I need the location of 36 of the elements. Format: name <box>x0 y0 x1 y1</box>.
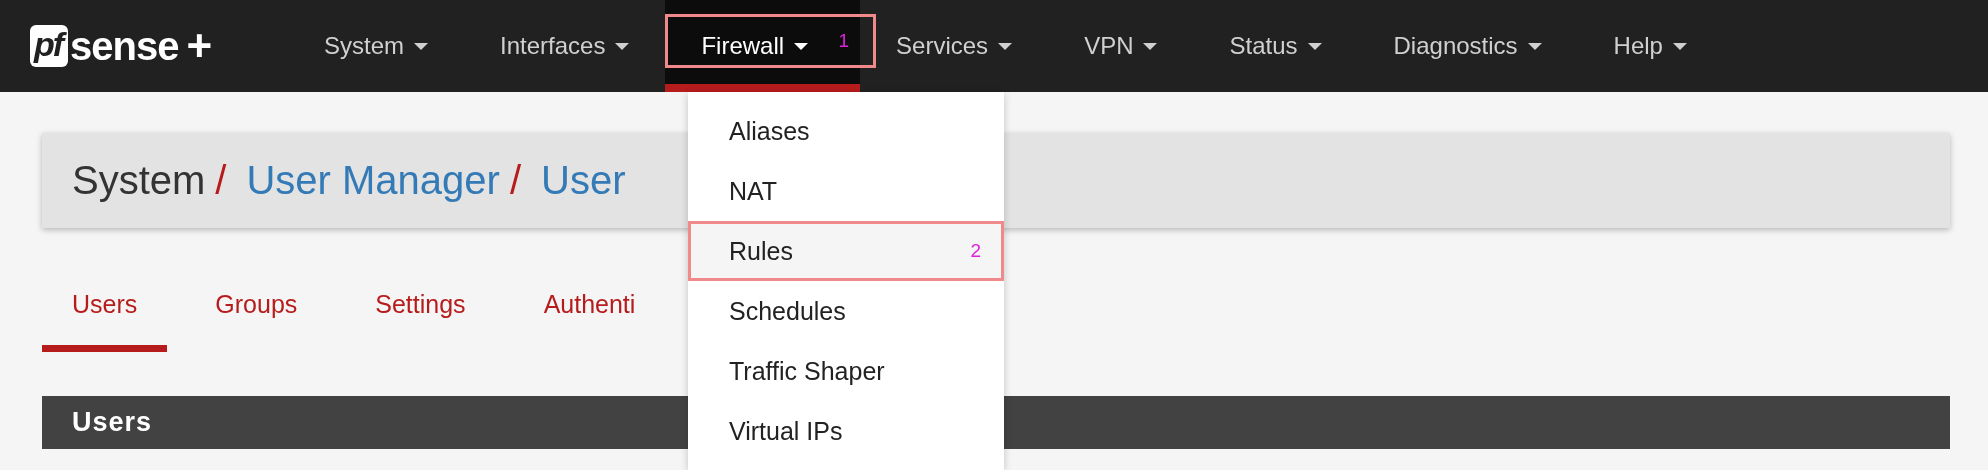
annotation-number: 1 <box>838 30 850 52</box>
nav-menu-item[interactable]: Help <box>1577 0 1723 92</box>
caret-icon <box>414 42 428 50</box>
caret-icon <box>615 42 630 50</box>
panel-title: Users <box>72 407 153 438</box>
dropdown-item[interactable]: Schedules <box>688 281 1004 341</box>
caret-icon <box>998 42 1013 50</box>
caret-icon <box>1527 42 1542 50</box>
caret-icon <box>1307 42 1322 50</box>
nav-menu-item[interactable]: Services <box>860 0 1049 92</box>
logo-text: sense <box>70 26 179 66</box>
tab[interactable]: Settings <box>345 256 496 352</box>
nav-menu-item[interactable]: Status <box>1193 0 1358 92</box>
breadcrumb-text: System <box>72 158 206 203</box>
tab[interactable]: Users <box>42 256 168 352</box>
dropdown-item[interactable]: Rules 2 <box>688 221 1004 281</box>
nav-menu-item[interactable]: VPN <box>1048 0 1194 92</box>
breadcrumb-separator: / <box>215 158 227 203</box>
breadcrumb-separator: / <box>509 158 522 203</box>
nav-menu-item[interactable]: Diagnostics <box>1357 0 1578 92</box>
dropdown-item[interactable]: Traffic Shaper <box>688 341 1004 401</box>
tab[interactable]: Groups <box>185 256 328 352</box>
caret-icon <box>1143 42 1158 50</box>
breadcrumb-link[interactable]: User <box>541 158 626 203</box>
dropdown-item[interactable]: Aliases <box>688 101 1004 161</box>
logo-mark: pf <box>30 25 69 67</box>
caret-icon <box>794 42 809 50</box>
annotation-number: 2 <box>970 240 981 262</box>
logo-plus: + <box>186 24 213 68</box>
dropdown-item[interactable]: Virtual IPs <box>688 401 1004 461</box>
nav-menu-item[interactable]: Interfaces <box>464 0 666 92</box>
nav-menu-item[interactable]: System <box>288 0 464 92</box>
dropdown-item[interactable]: NAT <box>688 161 1004 221</box>
caret-icon <box>1672 42 1687 50</box>
tab[interactable]: Authenti <box>513 256 666 352</box>
breadcrumb-link[interactable]: User Manager <box>246 158 500 203</box>
